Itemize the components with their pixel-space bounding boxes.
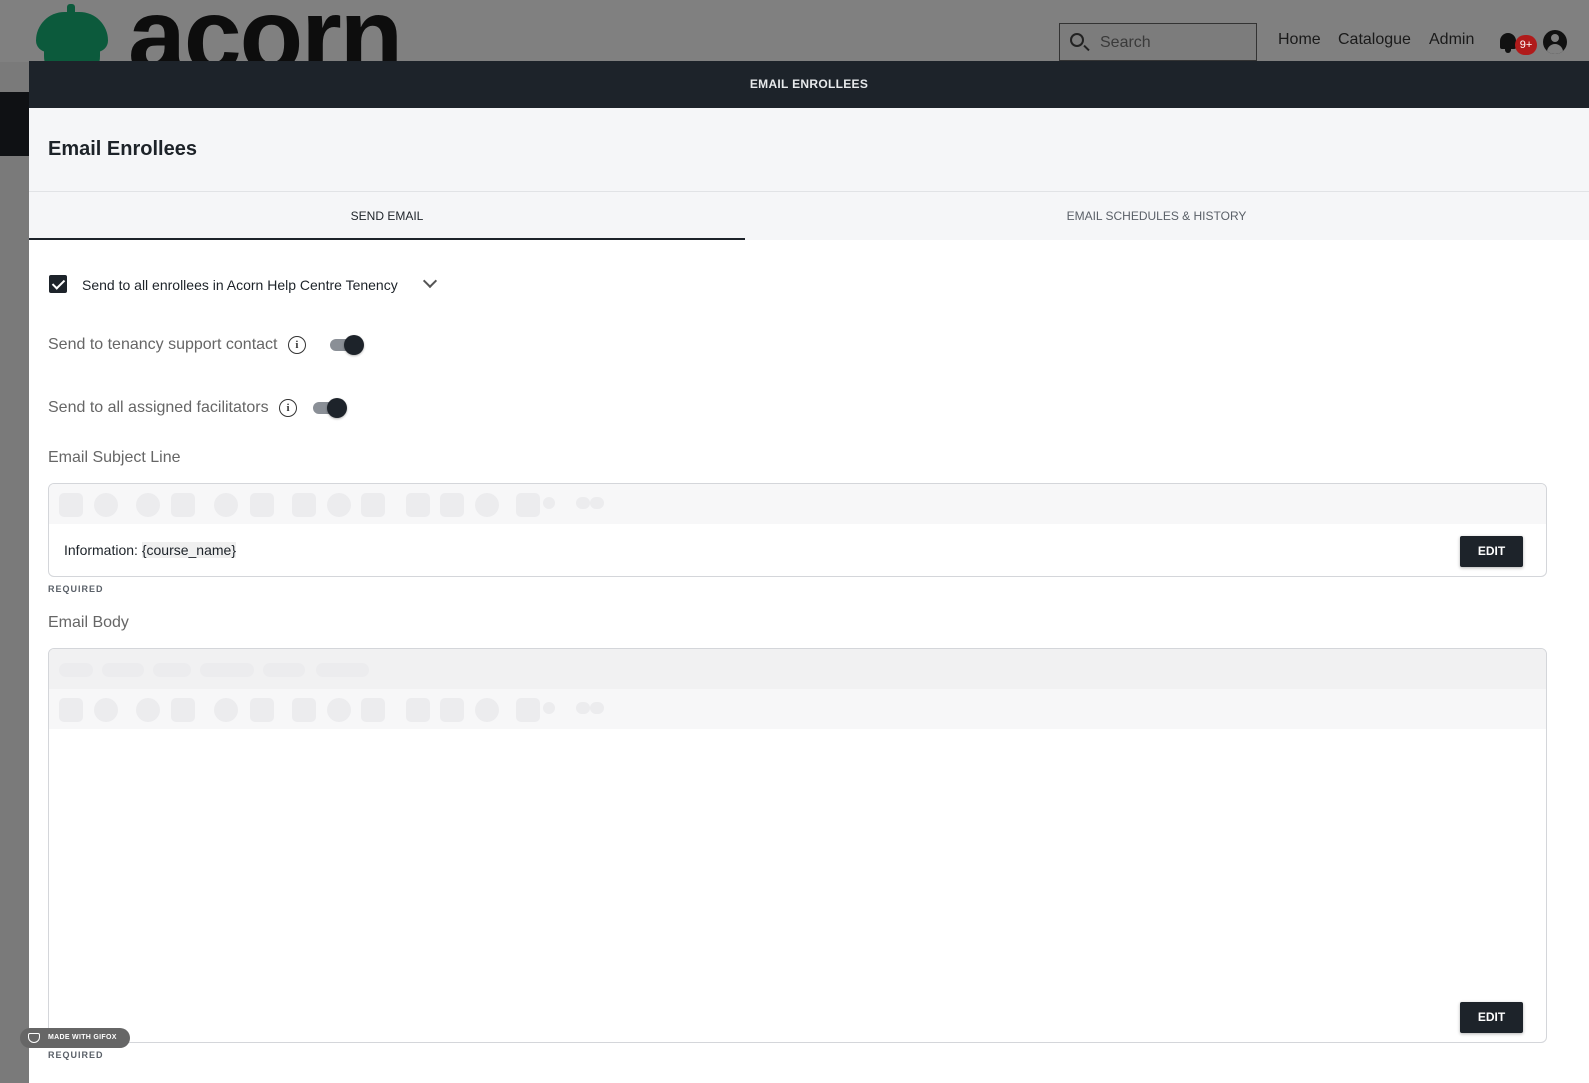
app-header: acorn Home Catalogue Admin 9+ [0,0,1589,62]
menu-placeholder [59,663,93,677]
toolbar-placeholder [250,493,274,517]
page-title: Email Enrollees [48,138,197,160]
toolbar-placeholder [136,698,160,722]
body-editor-menubar [49,649,1546,689]
background-band [0,92,30,156]
body-editor[interactable]: EDIT [48,648,1547,1043]
facilitators-label: Send to all assigned facilitators [48,399,269,416]
fox-icon [28,1033,40,1043]
toolbar-placeholder [327,493,351,517]
body-editor-toolbar [49,689,1546,729]
logo-wordmark: acorn [128,2,403,62]
toolbar-placeholder [250,698,274,722]
gifox-watermark: MADE WITH GIFOX [20,1028,130,1048]
bell-clapper-shape [1505,49,1511,53]
toolbar-placeholder [94,698,118,722]
toolbar-placeholder [136,493,160,517]
toolbar-placeholder [543,497,555,509]
facilitators-row: Send to all assigned facilitators i [48,396,349,422]
tenancy-support-label: Send to tenancy support contact [48,336,278,353]
toolbar-placeholder [327,698,351,722]
toolbar-placeholder [59,698,83,722]
bell-body-shape [1500,33,1516,49]
search-icon [1070,33,1084,47]
toolbar-placeholder [361,493,385,517]
toolbar-placeholder [406,493,430,517]
modal-header: Email Enrollees [29,108,1589,192]
subject-edit-button[interactable]: EDIT [1460,536,1523,567]
subject-required-hint: REQUIRED [48,584,104,594]
toolbar-placeholder [475,493,499,517]
email-enrollees-modal: EMAIL ENROLLEES Email Enrollees SEND EMA… [29,61,1589,1083]
menu-placeholder [102,663,144,677]
toggle-knob [344,335,365,355]
subject-token: {course_name} [141,542,237,558]
toolbar-placeholder [59,493,83,517]
info-icon[interactable]: i [287,336,306,354]
nav-catalogue[interactable]: Catalogue [1338,31,1411,49]
toolbar-placeholder [292,698,316,722]
menu-placeholder [153,663,191,677]
body-edit-button[interactable]: EDIT [1460,1002,1523,1033]
chevron-down-icon[interactable] [422,273,438,289]
subject-editor[interactable]: Information: {course_name} EDIT [48,483,1547,577]
nav-admin[interactable]: Admin [1429,31,1474,49]
toolbar-placeholder [214,698,238,722]
toolbar-placeholder [543,702,555,714]
toolbar-placeholder [440,698,464,722]
watermark-text: MADE WITH GIFOX [48,1034,117,1041]
menu-placeholder [200,663,254,677]
toolbar-placeholder [516,698,540,722]
nav-home[interactable]: Home [1278,31,1321,49]
notification-badge: 9+ [1515,35,1537,55]
toolbar-placeholder [171,698,195,722]
toolbar-placeholder [214,493,238,517]
acorn-logo[interactable]: acorn [34,2,414,62]
subject-value: Information: {course_name} [64,542,237,558]
toolbar-placeholder [361,698,385,722]
acorn-nut-shape [44,44,100,62]
tenancy-support-toggle[interactable] [330,333,366,357]
toolbar-placeholder [171,493,195,517]
search-box[interactable] [1059,23,1257,61]
menu-placeholder [316,663,369,677]
toolbar-placeholder [475,698,499,722]
toolbar-placeholder [576,702,590,714]
toolbar-placeholder [292,493,316,517]
toggle-knob [327,398,348,418]
toolbar-placeholder [406,698,430,722]
menu-placeholder [263,663,305,677]
avatar-icon[interactable] [1543,30,1567,54]
body-label: Email Body [48,614,129,631]
toolbar-placeholder [440,493,464,517]
tab-send-email[interactable]: SEND EMAIL [29,192,745,240]
toolbar-placeholder [94,493,118,517]
tab-email-schedules-history[interactable]: EMAIL SCHEDULES & HISTORY [745,192,1568,240]
toolbar-placeholder [590,702,604,714]
modal-title-bar: EMAIL ENROLLEES [29,61,1589,108]
send-to-all-checkbox[interactable] [49,275,67,293]
toolbar-placeholder [516,493,540,517]
send-to-all-label: Send to all enrollees in Acorn Help Cent… [82,277,398,293]
tenancy-support-row: Send to tenancy support contact i [48,333,366,359]
subject-label: Email Subject Line [48,449,181,466]
body-required-hint: REQUIRED [48,1050,104,1060]
toolbar-placeholder [576,497,590,509]
subject-prefix: Information: [64,542,142,558]
info-icon[interactable]: i [279,399,298,417]
subject-editor-toolbar [49,484,1546,524]
toolbar-placeholder [590,497,604,509]
facilitators-toggle[interactable] [313,396,349,420]
tab-bar: SEND EMAIL EMAIL SCHEDULES & HISTORY [29,192,1589,240]
search-input[interactable] [1098,30,1252,56]
